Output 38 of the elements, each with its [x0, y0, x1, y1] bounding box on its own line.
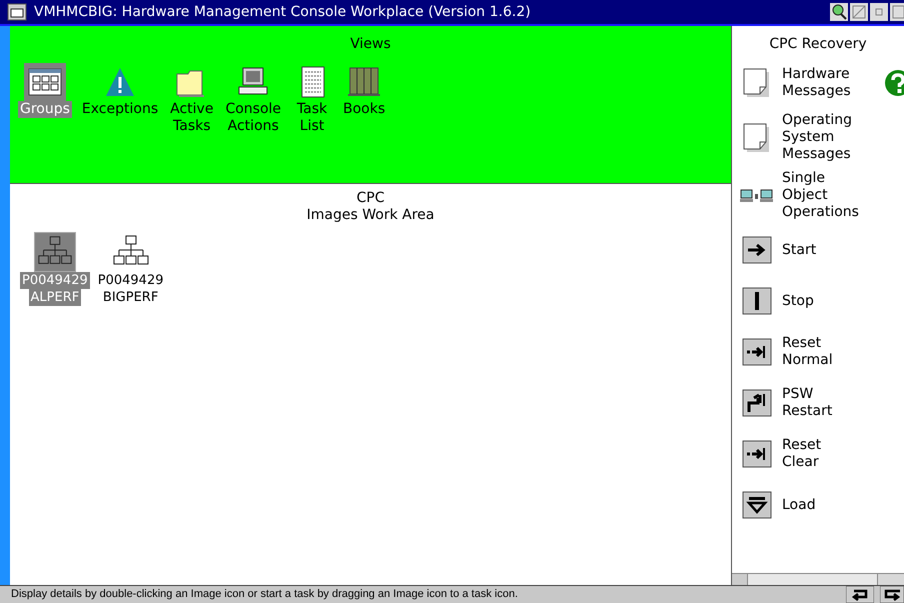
arrow-to-bar-icon [742, 338, 772, 366]
computers-icon [740, 188, 774, 204]
minimize-icon[interactable] [870, 3, 888, 21]
task-button[interactable]: PSW Restart [740, 381, 874, 425]
arrow-to-bar-icon [742, 440, 772, 468]
task-button[interactable]: Reset Normal [740, 330, 874, 374]
horizontal-scrollbar[interactable] [732, 573, 904, 585]
work-area-title: CPC [356, 190, 384, 207]
view-button[interactable]: Groups [18, 63, 72, 135]
task-button[interactable]: Start [740, 228, 874, 272]
task-button[interactable]: Hardware Messages [740, 61, 874, 105]
help-icon[interactable] [884, 69, 904, 97]
image-icon-button[interactable]: P0049429 BIGPERF [96, 232, 166, 306]
hierarchy-icon [34, 232, 76, 272]
work-area-subtitle: Images Work Area [306, 207, 434, 224]
window-menu-icon[interactable] [7, 3, 27, 21]
maximize-icon[interactable] [890, 3, 904, 21]
cycle-icon[interactable] [880, 586, 904, 603]
task-button[interactable]: Operating System Messages [740, 112, 874, 163]
magnifier-icon[interactable] [830, 3, 848, 21]
task-button[interactable]: Reset Clear [740, 432, 874, 476]
document-icon [742, 122, 772, 154]
image-icon-button[interactable]: P0049429 ALPERF [20, 232, 90, 306]
view-button[interactable]: Active Tasks [168, 63, 216, 135]
task-button[interactable]: Stop [740, 279, 874, 323]
tasks-title: CPC Recovery [768, 35, 868, 54]
view-button[interactable]: Console Actions [223, 63, 284, 135]
views-title: Views [350, 35, 391, 54]
stop-bar-icon [742, 287, 772, 315]
window-title: VMHMCBIG: Hardware Management Console Workplace (Version 1.6.2) [34, 2, 532, 22]
view-button[interactable]: Task List [291, 63, 334, 135]
cycle-icon[interactable] [846, 586, 874, 603]
task-button[interactable]: Load [740, 483, 874, 527]
document-icon [742, 67, 772, 99]
status-text: Display details by double-clicking an Image icon or start a task by dragging an Image icon to a task icon. [10, 587, 519, 602]
task-button[interactable]: Single Object Operations [740, 170, 874, 221]
view-button[interactable]: Books [341, 63, 388, 135]
view-button[interactable]: Exceptions [80, 63, 160, 135]
